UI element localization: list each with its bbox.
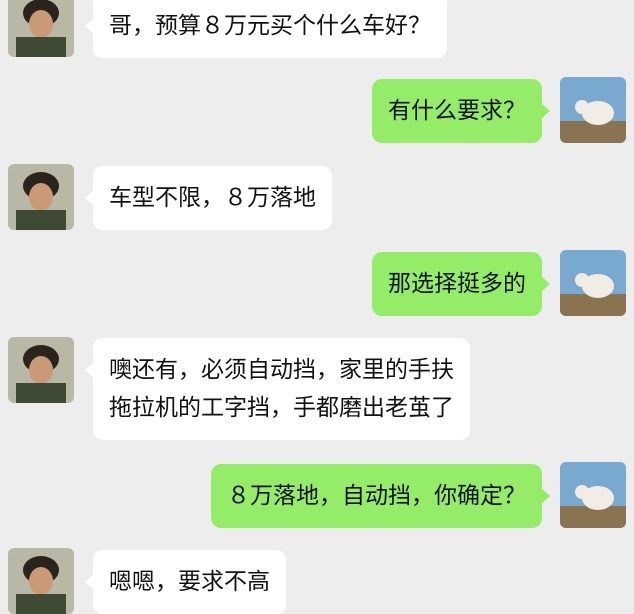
message-bubble-outgoing[interactable]: 有什么要求？ — [372, 79, 550, 143]
contact-avatar[interactable] — [8, 164, 74, 230]
contact-avatar[interactable] — [8, 548, 74, 614]
my-avatar[interactable] — [560, 462, 626, 528]
message-bubble-outgoing[interactable]: 那选择挺多的 — [372, 252, 550, 316]
message-text: ８万落地，自动挡，你确定？ — [227, 483, 526, 509]
my-avatar-image — [560, 462, 626, 528]
my-avatar[interactable] — [560, 77, 626, 143]
message-text: 车型不限，８万落地 — [109, 185, 316, 211]
contact-avatar[interactable] — [8, 337, 74, 403]
message-bubble-incoming[interactable]: 哥，预算８万元买个什么车好？ — [85, 0, 447, 58]
message-bubble-incoming[interactable]: 车型不限，８万落地 — [85, 166, 332, 230]
contact-avatar-image — [8, 337, 74, 403]
message-bubble-incoming[interactable]: 嗯嗯，要求不高 — [85, 550, 286, 614]
message-bubble-outgoing[interactable]: ８万落地，自动挡，你确定？ — [211, 464, 550, 528]
message-text: 嗯嗯，要求不高 — [109, 569, 270, 595]
my-avatar[interactable] — [560, 250, 626, 316]
message-bubble-incoming[interactable]: 噢还有，必须自动挡，家里的手扶 拖拉机的工字挡，手都磨出老茧了 — [85, 338, 470, 440]
message-text: 那选择挺多的 — [388, 271, 526, 297]
message-text: 哥，预算８万元买个什么车好？ — [109, 13, 431, 39]
message-text: 有什么要求？ — [388, 98, 526, 124]
contact-avatar-image — [8, 0, 74, 57]
contact-avatar-image — [8, 164, 74, 230]
my-avatar-image — [560, 250, 626, 316]
contact-avatar-image — [8, 548, 74, 614]
my-avatar-image — [560, 77, 626, 143]
message-text-line: 拖拉机的工字挡，手都磨出老茧了 — [109, 395, 454, 421]
contact-avatar[interactable] — [8, 0, 74, 57]
message-text-line: 噢还有，必须自动挡，家里的手扶 — [109, 357, 454, 383]
